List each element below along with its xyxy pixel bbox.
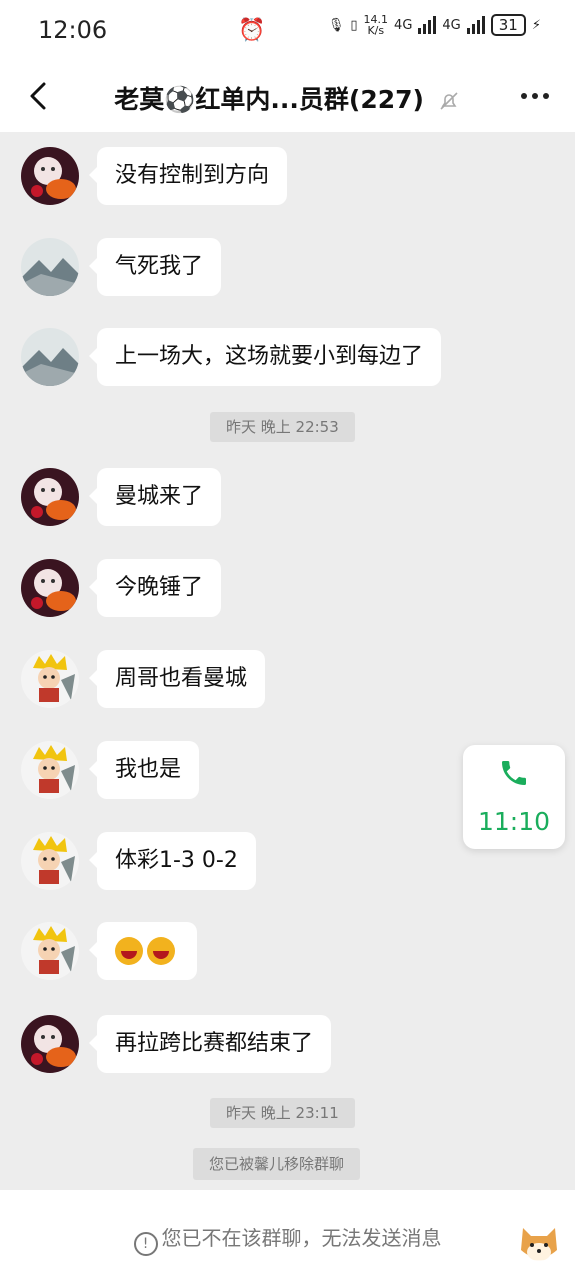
list-item: 周哥也看曼城 bbox=[21, 650, 266, 708]
list-item: 我也是 bbox=[21, 741, 200, 799]
message-bubble[interactable]: 今晚锤了 bbox=[88, 559, 222, 617]
avatar-cartoon-boy[interactable] bbox=[21, 650, 79, 708]
avatar-cartoon-boy[interactable] bbox=[21, 741, 79, 799]
list-item: 没有控制到方向 bbox=[21, 147, 288, 205]
more-dots-icon[interactable] bbox=[521, 84, 551, 108]
charging-icon: ⚡ bbox=[531, 17, 541, 33]
message-bubble[interactable]: 曼城来了 bbox=[88, 468, 222, 526]
message-bubble[interactable]: 周哥也看曼城 bbox=[88, 650, 266, 708]
laughing-emoji-icon bbox=[115, 937, 143, 965]
bell-off-icon bbox=[437, 89, 461, 113]
mic-icon: 🎙 bbox=[327, 17, 345, 33]
avatar-cat-koi[interactable] bbox=[21, 1015, 79, 1073]
list-item: 今晚锤了 bbox=[21, 559, 222, 617]
message-bubble[interactable]: 我也是 bbox=[88, 741, 200, 799]
message-list[interactable]: 没有控制到方向 气死我了 上一场大，这场就要小到每边了 昨天 晚上 22:53 … bbox=[0, 132, 575, 1192]
chat-header: 老莫⚽红单内...员群(227) bbox=[0, 60, 575, 132]
avatar-cat-koi[interactable] bbox=[21, 559, 79, 617]
message-bubble[interactable]: 体彩1-3 0-2 bbox=[89, 832, 256, 890]
chat-title-row: 老莫⚽红单内...员群(227) bbox=[0, 80, 575, 116]
message-bubble-emoji[interactable] bbox=[89, 922, 197, 980]
laughing-emoji-icon bbox=[147, 937, 175, 965]
system-note: 您已被馨儿移除群聊 bbox=[193, 1148, 361, 1180]
call-floating-window[interactable]: 11:10 bbox=[463, 745, 565, 849]
status-time: 12:06 bbox=[38, 16, 108, 44]
vibrate-icon: ▯ bbox=[350, 17, 358, 33]
network-speed: 14.1 K/s bbox=[363, 13, 389, 37]
shiba-sticker-icon[interactable] bbox=[517, 1220, 561, 1268]
list-item: 上一场大，这场就要小到每边了 bbox=[21, 328, 442, 386]
phone-icon bbox=[502, 761, 526, 785]
avatar-cat-koi[interactable] bbox=[21, 468, 79, 526]
list-item: 再拉跨比赛都结束了 bbox=[21, 1015, 332, 1073]
list-item: 曼城来了 bbox=[21, 468, 222, 526]
message-bubble[interactable]: 气死我了 bbox=[88, 238, 222, 296]
alarm-icon: ⏰ bbox=[238, 18, 266, 43]
signal-icon-2 bbox=[466, 16, 485, 34]
avatar-cartoon-boy[interactable] bbox=[21, 922, 79, 980]
avatar-mountain[interactable] bbox=[21, 238, 79, 296]
timestamp: 昨天 晚上 22:53 bbox=[210, 412, 355, 442]
message-bubble[interactable]: 再拉跨比赛都结束了 bbox=[88, 1015, 332, 1073]
status-bar: 12:06 ⏰ 🎙 ▯ 14.1 K/s 4G 4G 31 ⚡ bbox=[0, 0, 575, 60]
signal-icon bbox=[418, 16, 437, 34]
network-type-2: 4G bbox=[442, 17, 461, 33]
footer-bar: ! 您已不在该群聊，无法发送消息 bbox=[0, 1190, 575, 1280]
list-item: 气死我了 bbox=[21, 238, 222, 296]
chat-title: 老莫⚽红单内...员群(227) bbox=[114, 85, 424, 114]
list-item bbox=[21, 922, 197, 980]
message-bubble[interactable]: 没有控制到方向 bbox=[88, 147, 288, 205]
battery-indicator: 31 bbox=[490, 14, 526, 36]
avatar-cat-koi[interactable] bbox=[21, 147, 79, 205]
message-bubble[interactable]: 上一场大，这场就要小到每边了 bbox=[88, 328, 442, 386]
call-duration: 11:10 bbox=[477, 807, 551, 836]
avatar-cartoon-boy[interactable] bbox=[21, 832, 79, 890]
timestamp: 昨天 晚上 23:11 bbox=[210, 1098, 355, 1128]
avatar-mountain[interactable] bbox=[21, 328, 79, 386]
list-item: 体彩1-3 0-2 bbox=[21, 832, 256, 890]
status-icons: 🎙 ▯ 14.1 K/s 4G 4G 31 ⚡ bbox=[328, 14, 541, 36]
info-icon: ! bbox=[133, 1232, 158, 1256]
footer-notice: ! 您已不在该群聊，无法发送消息 bbox=[0, 1222, 575, 1256]
network-type-1: 4G bbox=[394, 17, 413, 33]
